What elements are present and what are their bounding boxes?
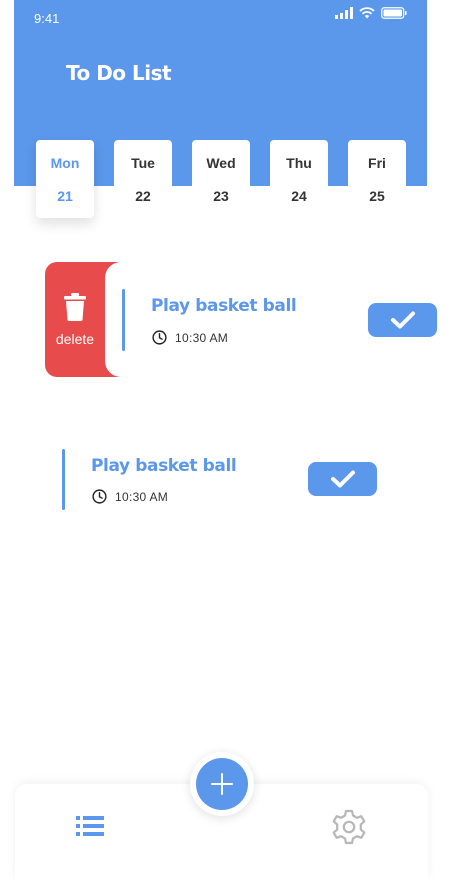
trash-icon [64,293,86,321]
clock-icon [92,489,107,504]
day-tab-wed[interactable]: Wed 23 [192,140,250,218]
complete-task-button[interactable] [308,462,377,496]
day-tab-thu[interactable]: Thu 24 [270,140,328,218]
nav-settings-button[interactable] [330,808,368,850]
day-name: Thu [286,155,312,171]
check-icon [330,470,355,488]
plus-icon [211,773,233,795]
add-task-button[interactable] [196,758,248,810]
day-date: 23 [213,188,229,204]
task-time-row: 10:30 AM [92,489,168,504]
day-name: Tue [131,155,155,171]
day-name: Wed [206,155,236,171]
gear-icon [332,809,366,845]
day-tab-tue[interactable]: Tue 22 [114,140,172,218]
day-date: 24 [291,188,307,204]
nav-tasks-button[interactable] [76,815,104,841]
clock-icon [152,330,167,345]
wifi-icon [359,7,375,19]
task-accent-bar [122,289,125,351]
task-title: Play basket ball [91,456,237,476]
task-time-row: 10:30 AM [152,330,228,345]
delete-label: delete [55,331,95,347]
complete-task-button[interactable] [368,303,437,337]
day-name: Mon [50,155,80,171]
signal-icon [335,7,353,19]
task-title: Play basket ball [151,296,297,316]
page-title: To Do List [66,61,172,85]
day-date: 22 [135,188,151,204]
task-time: 10:30 AM [115,489,169,504]
task-time: 10:30 AM [175,330,229,345]
battery-icon [381,7,407,19]
list-icon [76,816,104,836]
task-card[interactable]: Play basket ball 10:30 AM [105,262,405,377]
day-date: 25 [369,188,385,204]
day-tab-fri[interactable]: Fri 25 [348,140,406,218]
task-accent-bar [62,449,65,510]
check-icon [390,311,415,329]
day-name: Fri [368,155,386,171]
status-icons [335,7,407,19]
day-date: 21 [57,188,73,204]
status-time: 9:41 [34,11,60,26]
day-tab-mon[interactable]: Mon 21 [36,140,94,218]
